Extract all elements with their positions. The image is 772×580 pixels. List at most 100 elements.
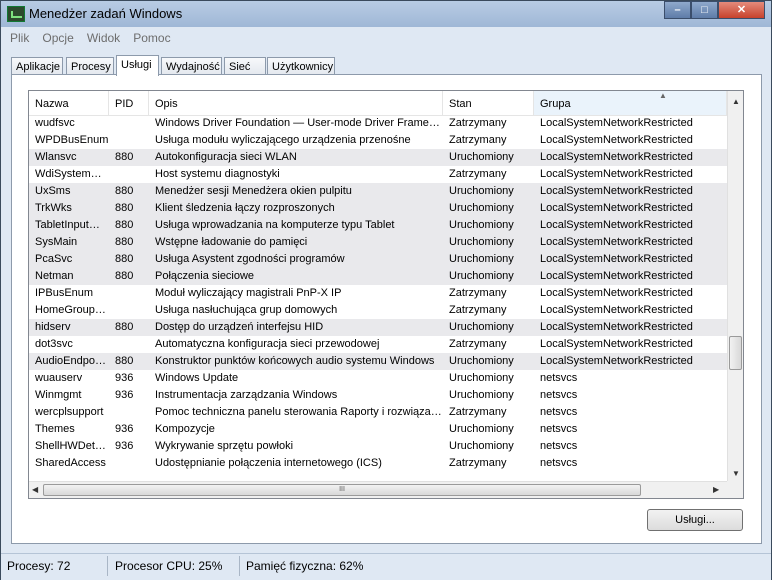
service-pid: 880 [115, 253, 134, 265]
tab-services[interactable]: Usługi [116, 55, 159, 76]
scroll-up-icon[interactable]: ▲ [732, 97, 740, 106]
service-name: hidserv [35, 321, 71, 333]
tab-users[interactable]: Użytkownicy [267, 57, 335, 75]
service-group: LocalSystemNetworkRestricted [540, 168, 693, 180]
menu-view[interactable]: Widok [82, 29, 125, 47]
service-name: UxSms [35, 185, 71, 197]
table-row[interactable]: WPDBusEnum Usługa modułu wyliczającego ur… [29, 132, 727, 149]
title-bar[interactable]: Menedżer zadań Windows – □ ✕ [1, 1, 771, 27]
service-name: IPBusEnum [35, 287, 94, 299]
table-row[interactable]: IPBusEnum Moduł wyliczający magistrali Pn… [29, 285, 727, 302]
table-row[interactable]: TrkWks 880 Klient śledzenia łączy rozprosz… [29, 200, 727, 217]
service-pid [109, 302, 149, 319]
services-button[interactable]: Usługi... [647, 509, 743, 531]
table-row[interactable]: Netman 880 Połączenia sieciowe Uruchomiony L… [29, 268, 727, 285]
horizontal-scrollbar[interactable]: ◀ III ▶ [29, 481, 727, 498]
table-row[interactable]: ShellHWDet… 936 Wykrywanie sprzętu powłoki… [29, 438, 727, 455]
service-description: Kompozycje [155, 423, 215, 435]
menu-options[interactable]: Opcje [37, 29, 78, 47]
column-header-status[interactable]: Stan [443, 91, 534, 115]
service-description: Pomoc techniczna panelu sterowania Rapor… [155, 406, 442, 418]
services-list[interactable]: Nazwa PID Opis Stan Grupa ▲ wudfsvc Windo… [28, 90, 744, 499]
task-manager-icon [7, 6, 25, 22]
horizontal-scroll-thumb[interactable]: III [43, 484, 641, 496]
service-pid: 936 [115, 440, 134, 452]
service-status: Uruchomiony [449, 389, 514, 401]
tab-processes[interactable]: Procesy [66, 57, 114, 75]
table-row[interactable]: dot3svc Automatyczna konfiguracja sieci p… [29, 336, 727, 353]
service-status: Uruchomiony [449, 355, 514, 367]
vertical-scrollbar[interactable]: ▲ ▼ [727, 91, 743, 481]
table-row[interactable]: WdiSystem… Host systemu diagnostyki Zatrzy… [29, 166, 727, 183]
service-status: Zatrzymany [449, 406, 507, 418]
close-button[interactable]: ✕ [718, 1, 765, 19]
service-group: LocalSystemNetworkRestricted [540, 338, 693, 350]
table-row[interactable]: Themes 936 Kompozycje Uruchomiony netsvcs [29, 421, 727, 438]
service-group: LocalSystemNetworkRestricted [540, 321, 693, 333]
menu-file[interactable]: Plik [5, 29, 34, 47]
service-description: Usługa wprowadzania na komputerze typu T… [155, 219, 395, 231]
service-description: Host systemu diagnostyki [155, 168, 280, 180]
scroll-right-icon[interactable]: ▶ [713, 485, 719, 494]
table-row[interactable]: Winmgmt 936 Instrumentacja zarządzania Win… [29, 387, 727, 404]
table-row[interactable]: wuauserv 936 Windows Update Uruchomiony nets… [29, 370, 727, 387]
table-row[interactable]: TabletInput… 880 Usługa wprowadzania na ko… [29, 217, 727, 234]
table-row[interactable]: Wlansvc 880 Autokonfiguracja sieci WLAN Uru… [29, 149, 727, 166]
column-header-pid[interactable]: PID [109, 91, 149, 115]
service-pid: 880 [115, 185, 134, 197]
service-pid: 936 [115, 389, 134, 401]
service-status: Uruchomiony [449, 219, 514, 231]
status-bar: Procesy: 72 Procesor CPU: 25% Pamięć fiz… [1, 553, 771, 580]
sort-ascending-icon: ▲ [659, 91, 667, 100]
service-description: Windows Update [155, 372, 239, 384]
table-row[interactable]: SharedAccess Udostępnianie połączenia int… [29, 455, 727, 472]
tab-network[interactable]: Sieć [224, 57, 266, 75]
table-row[interactable]: PcaSvc 880 Usługa Asystent zgodności progr… [29, 251, 727, 268]
service-pid: 880 [115, 151, 134, 163]
scroll-left-icon[interactable]: ◀ [32, 485, 38, 494]
service-name: Themes [35, 423, 75, 435]
status-cpu: Procesor CPU: 25% [115, 559, 223, 573]
service-name: WPDBusEnum [35, 134, 109, 146]
service-pid: 936 [115, 372, 134, 384]
service-pid: 936 [115, 423, 134, 435]
table-row[interactable]: wercplsupport Pomoc techniczna panelu ste… [29, 404, 727, 421]
service-pid [109, 285, 149, 302]
service-description: Połączenia sieciowe [155, 270, 255, 282]
table-row[interactable]: SysMain 880 Wstępne ładowanie do pamięci Ur… [29, 234, 727, 251]
service-name: wudfsvc [35, 117, 75, 129]
service-description: Usługa modułu wyliczającego urządzenia p… [155, 134, 411, 146]
service-description: Usługa nasłuchująca grup domowych [155, 304, 338, 316]
service-description: Autokonfiguracja sieci WLAN [155, 151, 297, 163]
service-group: LocalSystemNetworkRestricted [540, 219, 693, 231]
service-status: Zatrzymany [449, 168, 507, 180]
vertical-scroll-thumb[interactable] [729, 336, 742, 370]
column-header-description[interactable]: Opis [149, 91, 443, 115]
tab-applications[interactable]: Aplikacje [11, 57, 63, 75]
service-group: LocalSystemNetworkRestricted [540, 287, 693, 299]
service-pid [109, 166, 149, 183]
service-group: netsvcs [540, 389, 578, 401]
table-row[interactable]: hidserv 880 Dostęp do urządzeń interfejsu … [29, 319, 727, 336]
service-pid [109, 404, 149, 421]
table-row[interactable]: AudioEndpo… 880 Konstruktor punktów końcow… [29, 353, 727, 370]
minimize-button[interactable]: – [664, 1, 691, 19]
service-description: Udostępnianie połączenia internetowego (… [155, 457, 382, 469]
service-name: TrkWks [35, 202, 72, 214]
service-pid: 880 [115, 270, 134, 282]
service-status: Uruchomiony [449, 185, 514, 197]
scroll-down-icon[interactable]: ▼ [732, 469, 740, 478]
column-header-group[interactable]: Grupa [534, 91, 727, 115]
list-header: Nazwa PID Opis Stan Grupa ▲ [29, 91, 727, 116]
maximize-button[interactable]: □ [691, 1, 718, 19]
table-row[interactable]: UxSms 880 Menedżer sesji Menedżera okien p… [29, 183, 727, 200]
service-pid [109, 115, 149, 132]
table-row[interactable]: HomeGroup… Usługa nasłuchująca grup domow… [29, 302, 727, 319]
table-row[interactable]: wudfsvc Windows Driver Foundation — User-… [29, 115, 727, 132]
service-description: Moduł wyliczający magistrali PnP-X IP [155, 287, 342, 299]
menu-help[interactable]: Pomoc [128, 29, 175, 47]
tab-performance[interactable]: Wydajność [161, 57, 222, 75]
status-memory: Pamięć fizyczna: 62% [246, 559, 364, 573]
service-name: Winmgmt [35, 389, 82, 401]
column-header-name[interactable]: Nazwa [29, 91, 109, 115]
